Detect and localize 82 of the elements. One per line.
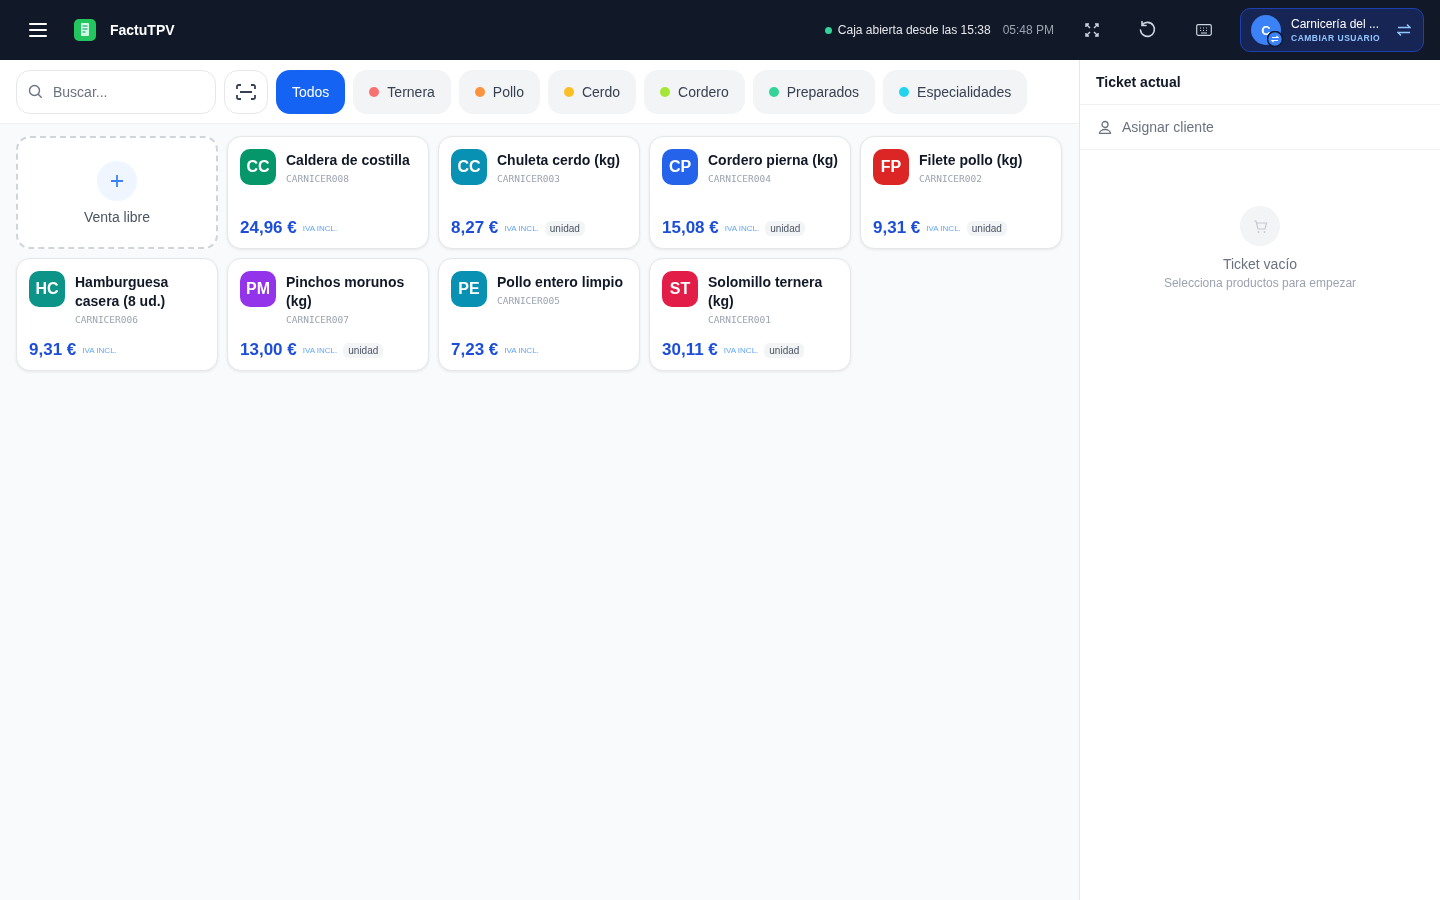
product-initials: CC	[451, 149, 487, 185]
person-icon	[1098, 120, 1112, 134]
switch-user-button[interactable]: C Carnicería del ... CAMBIAR USUARIO	[1240, 8, 1424, 52]
product-name: Pinchos morunos (kg)	[286, 273, 406, 311]
unit-tag: unidad	[764, 342, 805, 358]
product-name: Cordero pierna (kg)	[708, 151, 838, 170]
scan-button[interactable]	[224, 69, 268, 114]
product-initials: HC	[29, 271, 65, 307]
register-status: Caja abierta desde las 15:38	[837, 23, 991, 37]
category-tab[interactable]: Preparados	[752, 69, 876, 114]
tax-label: IVA INCL.	[302, 345, 338, 355]
product-initials: PM	[240, 271, 276, 307]
clock-time: 05:48 PM	[1002, 23, 1054, 37]
product-price: 8,27 €	[451, 218, 499, 238]
product-initials: FP	[873, 149, 909, 185]
unit-tag: unidad	[966, 220, 1007, 236]
product-name: Pollo entero limpio	[497, 273, 623, 292]
empty-ticket-title: Ticket vacío	[1222, 256, 1298, 272]
assign-client-button[interactable]: Asignar cliente	[1080, 105, 1440, 150]
product-card[interactable]: HC Hamburguesa casera (8 ud.) CARNICER006 9,31 € IVA INCL.	[16, 258, 218, 371]
rotate-icon	[1138, 20, 1158, 40]
ticket-title: Ticket actual	[1096, 74, 1181, 90]
category-tab[interactable]: Cerdo	[547, 69, 637, 114]
search-field[interactable]: Buscar...	[16, 69, 216, 114]
product-card[interactable]: CC Caldera de costilla CARNICER008 24,96 € IVA INCL.	[227, 136, 429, 249]
product-name: Caldera de costilla	[286, 151, 410, 170]
tax-label: IVA INCL.	[504, 223, 539, 233]
product-name: Hamburguesa casera (8 ud.)	[75, 273, 170, 311]
product-card[interactable]: PM Pinchos morunos (kg) CARNICER007 13,00 € IVA INCL. unidad	[227, 258, 429, 371]
product-price: 13,00 €	[240, 340, 297, 360]
product-card[interactable]: PE Pollo entero limpio CARNICER005 7,23 € IVA INCL.	[438, 258, 640, 371]
free-sale-card[interactable]: Venta libre	[16, 136, 218, 249]
tax-label: IVA INCL.	[82, 345, 117, 355]
product-code: CARNICER003	[497, 173, 561, 184]
product-code: CARNICER001	[708, 314, 772, 325]
tax-label: IVA INCL.	[723, 345, 759, 355]
swap-icon	[1397, 24, 1411, 36]
product-price: 9,31 €	[873, 218, 921, 238]
unit-tag: unidad	[544, 220, 585, 236]
product-card[interactable]: ST Solomillo ternera (kg) CARNICER001 30,11 € IVA INCL. unidad	[649, 258, 851, 371]
product-price: 24,96 €	[240, 218, 297, 238]
tax-label: IVA INCL.	[724, 223, 760, 233]
product-code: CARNICER002	[919, 173, 983, 184]
product-price: 7,23 €	[451, 340, 499, 360]
scan-icon	[236, 83, 256, 100]
product-card[interactable]: CP Cordero pierna (kg) CARNICER004 15,08 € IVA INCL. unidad	[649, 136, 851, 249]
cart-icon	[1240, 206, 1280, 246]
empty-ticket-hint: Selecciona productos para empezar	[1163, 276, 1357, 290]
tax-label: IVA INCL.	[302, 223, 338, 233]
receipt-logo-icon	[74, 19, 96, 41]
plus-icon	[97, 160, 137, 201]
product-code: CARNICER007	[286, 314, 350, 325]
product-name: Solomillo ternera (kg)	[708, 273, 824, 311]
product-initials: CC	[240, 149, 276, 185]
product-code: CARNICER008	[286, 173, 350, 184]
category-tab[interactable]: Cordero	[644, 69, 745, 114]
category-tab[interactable]: Ternera	[353, 69, 451, 114]
product-code: CARNICER004	[708, 173, 772, 184]
fullscreen-icon	[1085, 23, 1099, 37]
menu-icon	[29, 23, 47, 37]
keyboard-icon	[1196, 24, 1212, 36]
product-initials: ST	[662, 271, 698, 307]
tax-label: IVA INCL.	[504, 345, 539, 355]
product-card[interactable]: FP Filete pollo (kg) CARNICER002 9,31 € IVA INCL. unidad	[860, 136, 1062, 249]
product-name: Filete pollo (kg)	[919, 151, 1023, 170]
category-tab[interactable]: Pollo	[458, 69, 540, 114]
category-tab[interactable]: Todos	[276, 69, 346, 114]
unit-tag: unidad	[343, 342, 384, 358]
product-price: 9,31 €	[29, 340, 77, 360]
product-code: CARNICER006	[75, 314, 139, 325]
product-price: 30,11 €	[662, 340, 718, 360]
product-initials: CP	[662, 149, 698, 185]
tax-label: IVA INCL.	[926, 223, 961, 233]
category-tab[interactable]: Especialidades	[883, 69, 1028, 114]
search-icon	[28, 83, 43, 99]
product-name: Chuleta cerdo (kg)	[497, 151, 620, 170]
product-code: CARNICER005	[497, 295, 561, 306]
product-price: 15,08 €	[662, 218, 719, 238]
unit-tag: unidad	[765, 220, 806, 236]
product-initials: PE	[451, 271, 487, 307]
product-card[interactable]: CC Chuleta cerdo (kg) CARNICER003 8,27 € IVA INCL. unidad	[438, 136, 640, 249]
app-name: FactuTPV	[110, 22, 175, 38]
